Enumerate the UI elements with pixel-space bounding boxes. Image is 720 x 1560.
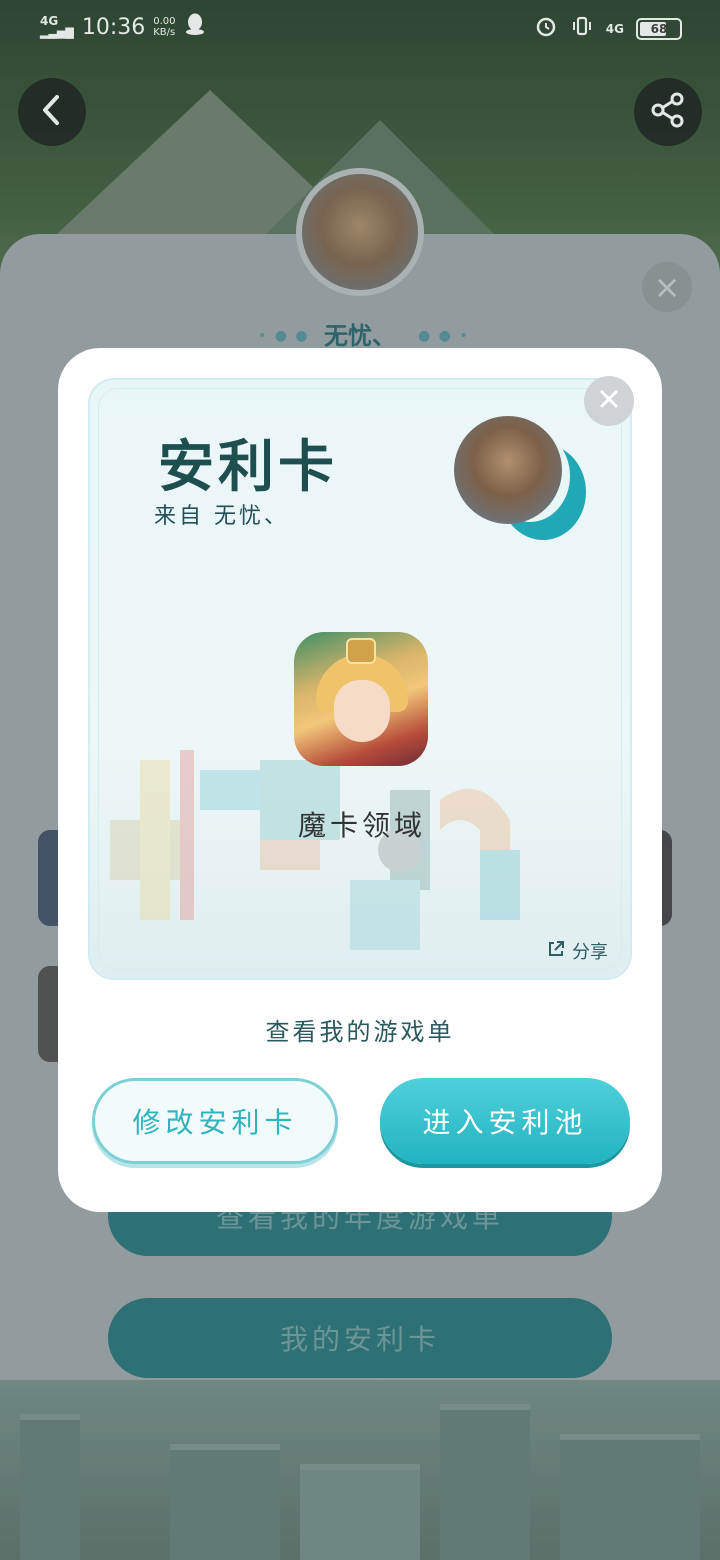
- game-icon-crown: [346, 638, 376, 664]
- edit-card-button[interactable]: 修改安利卡: [92, 1078, 338, 1164]
- share-label: 分享: [572, 942, 608, 963]
- decorative-blocks: [110, 750, 520, 950]
- external-link-icon: [546, 939, 566, 964]
- view-game-list-link[interactable]: 查看我的游戏单: [58, 1012, 662, 1047]
- enter-pool-button[interactable]: 进入安利池: [380, 1078, 630, 1164]
- card-share-link[interactable]: 分享: [546, 938, 608, 964]
- card-avatar: [454, 416, 562, 524]
- game-name[interactable]: 魔卡领域: [90, 804, 630, 844]
- modal-close-button[interactable]: [584, 376, 634, 426]
- card-title: 安利卡: [158, 434, 338, 500]
- game-icon[interactable]: [294, 632, 428, 766]
- close-icon: [597, 387, 621, 415]
- recommend-card: 安利卡 来自 无忧、 魔卡领域 分享: [88, 378, 632, 980]
- recommend-card-modal: 安利卡 来自 无忧、 魔卡领域 分享 查看我的游戏单 修改安利卡 进入安利池: [58, 348, 662, 1212]
- card-from: 来自 无忧、: [154, 504, 289, 529]
- game-icon-face: [334, 680, 390, 742]
